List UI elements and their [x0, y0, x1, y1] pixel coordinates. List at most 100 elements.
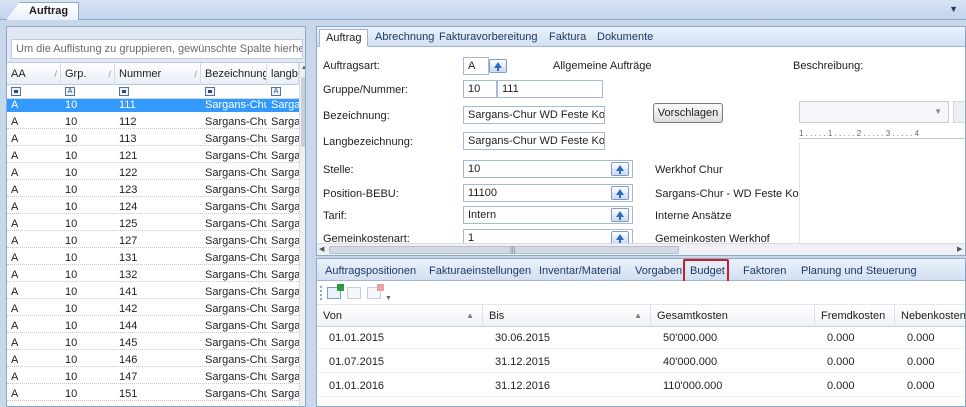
- group-by-area[interactable]: Um die Auflistung zu gruppieren, gewünsc…: [7, 27, 305, 63]
- column-header-langb[interactable]: langb: [267, 63, 299, 85]
- position-bebu-lookup-button[interactable]: [611, 186, 629, 200]
- langbezeichnung-input[interactable]: Sargans-Chur WD Feste Kosten: [463, 132, 605, 150]
- table-cell: 132: [119, 269, 138, 281]
- table-row[interactable]: A 10 131 Sargans-Chu... Sarga: [7, 252, 299, 265]
- table-row[interactable]: A 10 144 Sargans-Chu... Sarga: [7, 320, 299, 333]
- bezeichnung-input[interactable]: Sargans-Chur WD Feste Kosten: [463, 106, 605, 124]
- stelle-input[interactable]: 10: [463, 160, 633, 178]
- table-cell: 144: [119, 320, 138, 332]
- beschreibung-editor[interactable]: [799, 143, 965, 255]
- table-row[interactable]: A 10 145 Sargans-Chu... Sarga: [7, 337, 299, 350]
- scroll-up-icon[interactable]: ▲: [300, 65, 305, 71]
- tarif-input[interactable]: Intern: [463, 206, 633, 224]
- filter-text-icon[interactable]: A: [271, 87, 281, 96]
- table-row[interactable]: A 10 151 Sargans-Chu... Sarga: [7, 388, 299, 401]
- beschreibung-style-dropdown[interactable]: ▼: [799, 101, 949, 123]
- filter-icon[interactable]: [205, 87, 215, 96]
- tab-fakturaeinstellungen[interactable]: Fakturaeinstellungen: [429, 263, 531, 281]
- tab-auftragspositionen[interactable]: Auftragspositionen: [325, 263, 416, 281]
- toolbar-overflow-icon[interactable]: ▼: [385, 295, 392, 302]
- tab-faktoren[interactable]: Faktoren: [743, 263, 786, 281]
- table-row[interactable]: A 10 121 Sargans-Chu... Sarga: [7, 150, 299, 163]
- column-header-label: Grp.: [65, 68, 87, 80]
- budget-cell: 0.000: [827, 380, 855, 392]
- budget-cell: 0.000: [907, 332, 935, 344]
- tab-inventar-material[interactable]: Inventar/Material: [539, 263, 621, 281]
- table-cell: A: [11, 388, 19, 400]
- table-row[interactable]: A 10 124 Sargans-Chu... Sarga: [7, 201, 299, 214]
- budget-row[interactable]: 01.07.2015 31.12.2015 40'000.000 0.000 0.000: [317, 351, 965, 373]
- table-row[interactable]: A 10 146 Sargans-Chu... Sarga: [7, 354, 299, 367]
- table-row[interactable]: A 10 127 Sargans-Chu... Sarga: [7, 235, 299, 248]
- table-row[interactable]: A 10 125 Sargans-Chu... Sarga: [7, 218, 299, 231]
- table-row[interactable]: A 10 141 Sargans-Chu... Sarga: [7, 286, 299, 299]
- table-cell: Sarga: [271, 286, 299, 298]
- beschreibung-side-button[interactable]: [953, 101, 965, 123]
- column-header-nummer[interactable]: Nummer /: [115, 63, 201, 85]
- tab-auftrag[interactable]: Auftrag: [319, 29, 369, 47]
- tab-planung-und-steuerung[interactable]: Planung und Steuerung: [801, 263, 917, 281]
- column-header-von[interactable]: Von ▲: [317, 305, 483, 327]
- table-row[interactable]: A 10 122 Sargans-Chu... Sarga: [7, 167, 299, 180]
- vorschlagen-button[interactable]: Vorschlagen: [653, 103, 723, 123]
- stelle-lookup-button[interactable]: [611, 162, 629, 176]
- auftragsart-lookup-button[interactable]: [489, 59, 507, 73]
- ruler: 1 . . . . . 1 . . . . . 2 . . . . . 3 . …: [799, 129, 965, 139]
- tarif-lookup-button[interactable]: [611, 208, 629, 222]
- chevron-down-icon[interactable]: ▼: [949, 4, 958, 14]
- scrollbar-thumb[interactable]: |||: [329, 246, 679, 254]
- table-cell: Sargans-Chu...: [205, 99, 267, 111]
- add-row-icon[interactable]: [327, 284, 344, 299]
- column-header-label: Nebenkosten: [901, 310, 966, 322]
- column-header-aa[interactable]: AA /: [7, 63, 61, 85]
- budget-row[interactable]: 01.01.2016 31.12.2016 110'000.000 0.000 0.00…: [317, 375, 965, 397]
- column-header-fremdkosten[interactable]: Fremdkosten: [815, 305, 895, 327]
- nummer-input[interactable]: 111: [497, 80, 603, 98]
- budget-row[interactable]: 01.01.2015 30.06.2015 50'000.000 0.000 0.000: [317, 327, 965, 349]
- table-cell: A: [11, 167, 19, 179]
- tab-fakturavorbereitung[interactable]: Fakturavorbereitung: [433, 29, 543, 47]
- tab-vorgaben[interactable]: Vorgaben: [635, 263, 682, 281]
- table-cell: 10: [65, 252, 78, 264]
- table-row[interactable]: A 10 111 Sargans-Chu... Sarga: [7, 99, 299, 112]
- column-header-gesamtkosten[interactable]: Gesamtkosten: [651, 305, 815, 327]
- edit-row-icon[interactable]: [347, 287, 361, 299]
- column-header-nebenkosten[interactable]: Nebenkosten: [895, 305, 966, 327]
- table-row[interactable]: A 10 147 Sargans-Chu... Sarga: [7, 371, 299, 384]
- scroll-left-icon[interactable]: ◀: [319, 245, 324, 253]
- scrollbar-thumb[interactable]: [301, 77, 305, 147]
- delete-row-icon[interactable]: [367, 284, 384, 299]
- table-row[interactable]: A 10 113 Sargans-Chu... Sarga: [7, 133, 299, 146]
- table-cell: 10: [65, 116, 78, 128]
- tarif-label: Tarif:: [323, 210, 347, 222]
- table-row[interactable]: A 10 112 Sargans-Chu... Sarga: [7, 116, 299, 129]
- budget-cell: 0.000: [827, 356, 855, 368]
- position-bebu-description: Sargans-Chur - WD Feste Kosten: [655, 188, 820, 200]
- tab-faktura[interactable]: Faktura: [543, 29, 592, 47]
- table-row[interactable]: A 10 132 Sargans-Chu... Sarga: [7, 269, 299, 282]
- table-cell: 125: [119, 218, 138, 230]
- tab-abrechnung[interactable]: Abrechnung: [369, 29, 440, 47]
- position-bebu-input[interactable]: 11100: [463, 184, 633, 202]
- auftragsart-input[interactable]: A: [463, 57, 489, 75]
- column-header-label: Bezeichnung: [205, 68, 267, 80]
- column-header-bezeichnung[interactable]: Bezeichnung: [201, 63, 267, 85]
- table-cell: A: [11, 269, 19, 281]
- filter-icon[interactable]: [119, 87, 129, 96]
- table-cell: 10: [65, 371, 78, 383]
- table-row[interactable]: A 10 142 Sargans-Chu... Sarga: [7, 303, 299, 316]
- table-cell: Sargans-Chu...: [205, 167, 267, 179]
- column-header-grp[interactable]: Grp. /: [61, 63, 115, 85]
- table-cell: A: [11, 116, 19, 128]
- tab-auftrag-document[interactable]: Auftrag: [6, 2, 80, 20]
- tab-dokumente[interactable]: Dokumente: [591, 29, 659, 47]
- table-row[interactable]: A 10 123 Sargans-Chu... Sarga: [7, 184, 299, 197]
- filter-icon[interactable]: [11, 87, 21, 96]
- list-vertical-scrollbar[interactable]: ▲: [299, 63, 305, 406]
- gruppe-input[interactable]: 10: [463, 80, 497, 98]
- form-horizontal-scrollbar[interactable]: ◀ ||| ▶: [317, 243, 965, 255]
- budget-tab-highlight: [683, 259, 729, 283]
- filter-text-icon[interactable]: A: [65, 87, 75, 96]
- column-header-bis[interactable]: Bis ▲: [483, 305, 651, 327]
- scroll-right-icon[interactable]: ▶: [957, 245, 962, 253]
